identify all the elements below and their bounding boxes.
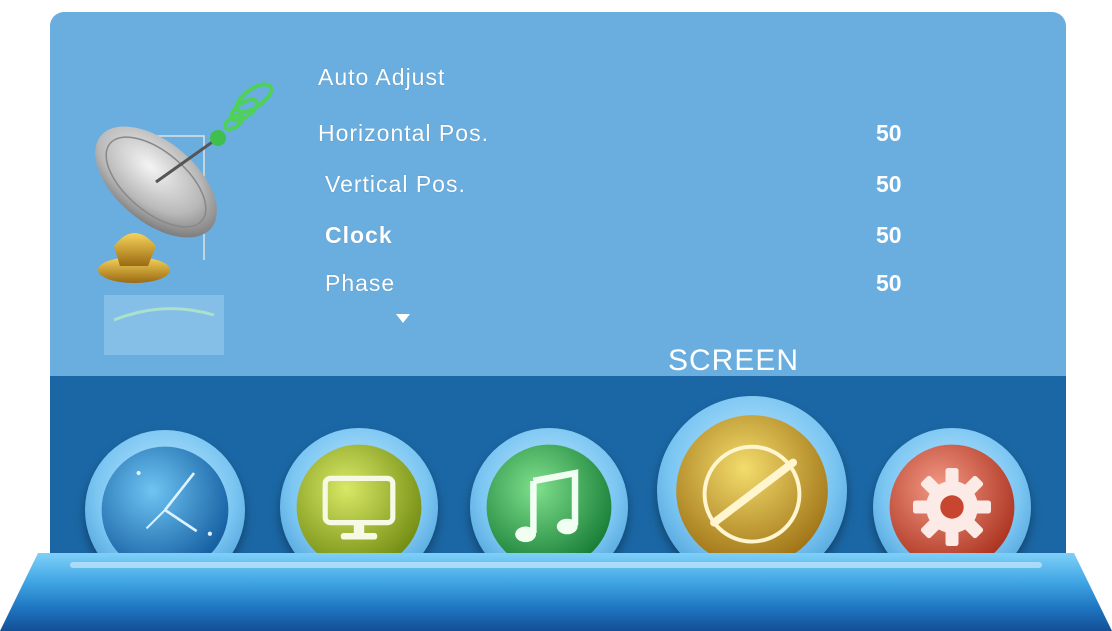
vertical-pos-value: 50 xyxy=(876,171,902,197)
satellite-dish-icon xyxy=(94,70,294,360)
shelf-highlight xyxy=(70,562,1042,568)
clock-value: 50 xyxy=(876,222,902,248)
menu-item-auto-adjust[interactable]: Auto Adjust xyxy=(318,64,445,91)
horizontal-pos-value: 50 xyxy=(876,120,902,146)
dial-icon xyxy=(673,412,831,570)
menu-item-phase[interactable]: Phase xyxy=(325,270,395,297)
phase-value: 50 xyxy=(876,270,902,296)
menu-title: SCREEN xyxy=(668,344,800,377)
monitor-icon xyxy=(294,442,424,572)
menu-item-horizontal-pos[interactable]: Horizontal Pos. xyxy=(318,120,489,147)
menu-item-vertical-pos[interactable]: Vertical Pos. xyxy=(325,171,466,198)
music-note-icon xyxy=(484,442,614,572)
gear-icon xyxy=(887,442,1017,572)
menu-item-clock[interactable]: Clock xyxy=(325,222,393,249)
chevron-down-icon[interactable] xyxy=(396,314,410,323)
